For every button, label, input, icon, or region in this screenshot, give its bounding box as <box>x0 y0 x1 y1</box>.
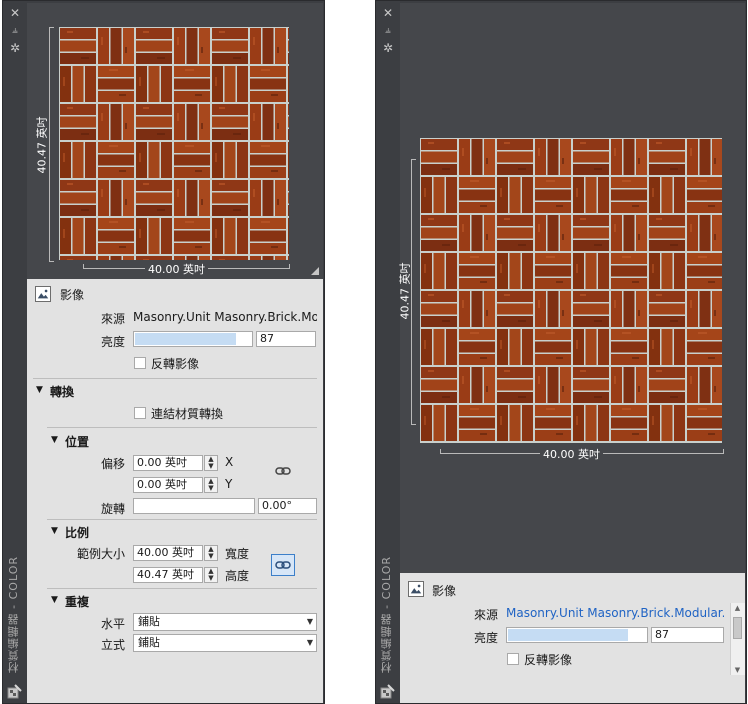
scroll-up-icon[interactable]: ▲ <box>731 603 744 613</box>
properties-scrollbar[interactable]: ▲ ▼ <box>730 603 745 675</box>
invert-image-label: 反轉影像 <box>151 357 200 371</box>
brightness-input[interactable]: 87 <box>256 331 316 347</box>
offset-label: 偏移 <box>100 457 125 471</box>
palette-titlebar[interactable]: ✕ ⫨ ✲ 材質編輯器 - COLOR <box>3 1 27 703</box>
vertical-repeat-select[interactable]: 鋪貼 ▼ <box>133 634 317 652</box>
preview-resize-grip[interactable] <box>311 267 319 275</box>
position-section-title[interactable]: 位置 <box>65 433 89 450</box>
scale-section-title[interactable]: 比例 <box>65 524 89 541</box>
link-transforms-label: 連結材質轉換 <box>151 407 224 421</box>
repeat-collapse-toggle[interactable]: ▼ <box>51 595 58 605</box>
link-transforms-checkbox[interactable] <box>134 407 146 419</box>
scale-width-spinner[interactable]: ▲ ▼ <box>204 545 218 561</box>
material-editor-palette-right: ✕ ⫨ ✲ 材質編輯器 - COLOR 40.47 英吋 40.00 英吋 影像… <box>375 0 747 704</box>
width-dimension-label: 40.00 英吋 <box>540 446 603 462</box>
rotation-input[interactable]: 0.00° <box>258 498 317 514</box>
lock-offset-link-icon[interactable] <box>273 463 293 479</box>
offset-y-input[interactable]: 0.00 英吋 <box>133 477 203 493</box>
horizontal-repeat-select[interactable]: 鋪貼 ▼ <box>133 613 317 631</box>
source-label: 來源 <box>100 312 125 326</box>
separator <box>33 378 317 379</box>
brick-texture-swatch <box>420 138 722 443</box>
offset-x-spinner[interactable]: ▲ ▼ <box>204 455 218 471</box>
y-axis-label: Y <box>225 477 233 491</box>
material-editor-palette-left: ✕ ⫨ ✲ 材質編輯器 - COLOR 40.47 英吋 40.00 英吋 影像… <box>2 0 325 704</box>
height-dimension-label: 40.47 英吋 <box>35 116 49 174</box>
rotation-label: 旋轉 <box>100 502 125 516</box>
height-dimension-label: 40.47 英吋 <box>398 262 412 320</box>
scale-collapse-toggle[interactable]: ▼ <box>51 526 58 536</box>
scroll-down-icon[interactable]: ▼ <box>731 665 744 675</box>
separator <box>47 588 317 589</box>
position-collapse-toggle[interactable]: ▼ <box>51 435 58 445</box>
scale-height-spinner[interactable]: ▲ ▼ <box>204 567 218 583</box>
lock-aspect-link-icon[interactable] <box>271 554 295 576</box>
auto-hide-icon[interactable]: ⫨ <box>381 24 395 38</box>
close-icon[interactable]: ✕ <box>8 6 22 20</box>
brightness-slider-fill <box>135 333 236 345</box>
brightness-label: 亮度 <box>473 631 498 645</box>
image-section-title: 影像 <box>60 288 85 302</box>
material-preview: 40.47 英吋 40.00 英吋 <box>27 3 323 279</box>
scroll-thumb[interactable] <box>733 617 742 639</box>
source-value[interactable]: Masonry.Unit Masonry.Brick.Modular.B <box>506 606 724 620</box>
material-swatch-icon[interactable] <box>7 684 22 699</box>
auto-hide-icon[interactable]: ⫨ <box>8 24 22 38</box>
brightness-input[interactable]: 87 <box>651 627 724 643</box>
sample-size-label: 範例大小 <box>76 547 125 561</box>
invert-image-checkbox[interactable] <box>134 357 146 369</box>
palette-titlebar[interactable]: ✕ ⫨ ✲ 材質編輯器 - COLOR <box>376 1 400 703</box>
scale-width-label: 寬度 <box>225 547 250 561</box>
chevron-down-icon: ▼ <box>306 638 313 647</box>
vertical-repeat-label: 立式 <box>100 638 125 652</box>
brightness-label: 亮度 <box>100 335 125 349</box>
image-icon[interactable] <box>408 581 424 597</box>
image-icon[interactable] <box>35 286 51 302</box>
separator <box>47 427 317 428</box>
image-section-title: 影像 <box>432 584 457 598</box>
scale-width-input[interactable]: 40.00 英吋 <box>133 545 203 561</box>
separator <box>47 519 317 520</box>
close-icon[interactable]: ✕ <box>381 6 395 20</box>
repeat-section-title[interactable]: 重複 <box>65 593 89 610</box>
transform-collapse-toggle[interactable]: ▼ <box>36 385 43 395</box>
material-preview: 40.47 英吋 40.00 英吋 <box>398 3 745 573</box>
brightness-slider-fill <box>508 629 628 641</box>
width-dimension-label: 40.00 英吋 <box>145 261 208 277</box>
invert-image-checkbox[interactable] <box>507 653 519 665</box>
invert-image-label: 反轉影像 <box>524 653 573 667</box>
properties-panel: 影像 來源 Masonry.Unit Masonry.Brick.Modular… <box>400 573 745 703</box>
material-swatch-icon[interactable] <box>380 684 395 699</box>
height-dimension-line <box>49 27 54 262</box>
properties-panel: 影像 來源 Masonry.Unit Masonry.Brick.Modular… <box>27 279 323 703</box>
chevron-down-icon: ▼ <box>306 617 313 626</box>
brightness-slider[interactable] <box>506 627 648 643</box>
palette-vertical-title: 材質編輯器 - COLOR <box>380 555 393 673</box>
brick-texture-swatch <box>59 27 289 260</box>
source-label: 來源 <box>473 608 498 622</box>
offset-x-input[interactable]: 0.00 英吋 <box>133 455 203 471</box>
rotation-slider[interactable] <box>133 498 255 514</box>
palette-vertical-title: 材質編輯器 - COLOR <box>7 555 20 673</box>
horizontal-repeat-value: 鋪貼 <box>138 615 160 628</box>
vertical-repeat-value: 鋪貼 <box>138 636 160 649</box>
brightness-slider[interactable] <box>133 331 253 347</box>
horizontal-repeat-label: 水平 <box>100 617 125 631</box>
scale-height-label: 高度 <box>225 569 250 583</box>
x-axis-label: X <box>225 455 234 469</box>
offset-y-spinner[interactable]: ▲ ▼ <box>204 477 218 493</box>
properties-icon[interactable]: ✲ <box>381 41 395 55</box>
properties-icon[interactable]: ✲ <box>8 41 22 55</box>
source-value[interactable]: Masonry.Unit Masonry.Brick.Modular.B <box>133 310 317 324</box>
transform-section-title[interactable]: 轉換 <box>50 383 74 400</box>
scale-height-input[interactable]: 40.47 英吋 <box>133 567 203 583</box>
